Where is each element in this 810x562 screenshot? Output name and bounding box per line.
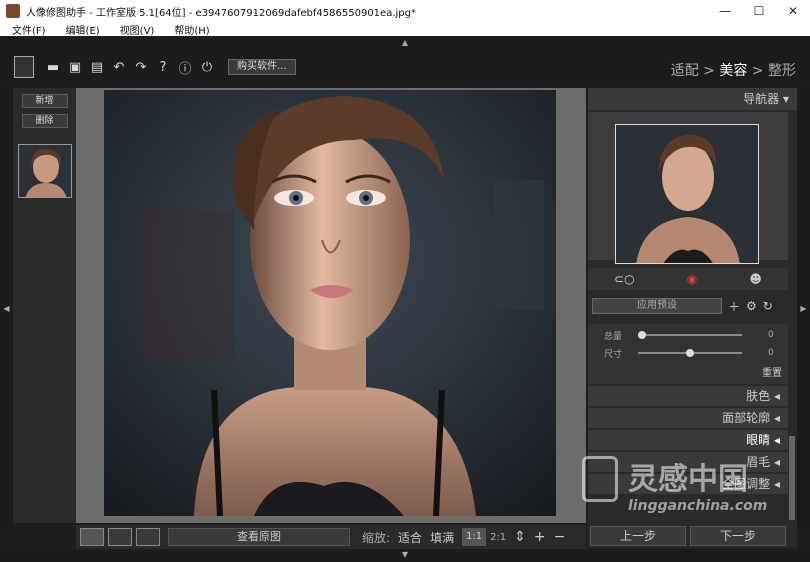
slider-label: 尺寸 bbox=[603, 349, 622, 360]
adjustment-panel: 导航器 ▾ ⊂○ ◉ ☻ 应用预设 ＋ ⚙ ↻ 总量 0 尺寸 0 重置 肤色 … bbox=[588, 88, 797, 548]
navigator-box bbox=[588, 112, 788, 264]
maximize-button[interactable]: ☐ bbox=[742, 0, 776, 22]
mask-icon[interactable]: ☻ bbox=[749, 272, 762, 286]
chevron-right-icon: ▶ bbox=[800, 303, 807, 313]
breadcrumb-separator: > bbox=[747, 63, 768, 79]
prev-step-button[interactable]: 上一步 bbox=[590, 526, 686, 546]
slider-track[interactable] bbox=[638, 349, 742, 357]
slider-size[interactable]: 尺寸 0 bbox=[588, 346, 788, 360]
gear-icon[interactable]: ⚙ bbox=[746, 299, 757, 313]
chevron-up-icon: ▲ bbox=[401, 37, 409, 47]
portrait-thumbnail-image bbox=[18, 145, 71, 197]
navigator-portrait-image bbox=[616, 125, 758, 263]
save-as-icon[interactable]: ▤ bbox=[86, 60, 108, 75]
step-reshape[interactable]: 整形 bbox=[768, 63, 796, 79]
title-bar: 人像修图助手 - 工作室版 5.1[64位] - e3947607912069d… bbox=[0, 0, 810, 22]
zoom-spinner-icon[interactable]: ⇕ bbox=[514, 529, 526, 545]
refresh-icon[interactable]: ↻ bbox=[763, 299, 773, 313]
menu-edit[interactable]: 编辑(E) bbox=[66, 22, 100, 37]
view-original-button[interactable]: 查看原图 bbox=[168, 528, 350, 546]
save-icon[interactable]: ▣ bbox=[64, 60, 86, 75]
section-eyes[interactable]: 眼睛 ◂ bbox=[588, 430, 788, 450]
step-beautify[interactable]: 美容 bbox=[719, 63, 747, 79]
view-toolbar: 查看原图 缩放: 适合 填满 1:1 2:1 ⇕ + − bbox=[76, 525, 586, 549]
add-preset-icon[interactable]: ＋ bbox=[728, 298, 740, 315]
zoom-fill-button[interactable]: 填满 bbox=[430, 529, 454, 546]
zoom-label: 缩放: bbox=[362, 530, 391, 545]
app-logo-icon bbox=[14, 56, 34, 78]
collapse-left-toggle[interactable]: ◀ bbox=[0, 88, 13, 528]
slider-amount[interactable]: 总量 0 bbox=[588, 328, 788, 342]
zoom-1to1-button[interactable]: 1:1 bbox=[462, 528, 487, 546]
eye-icon[interactable]: ◉ bbox=[687, 272, 697, 286]
chevron-down-icon: ▼ bbox=[401, 550, 409, 559]
split-vertical-button[interactable] bbox=[108, 528, 132, 546]
collapse-top-toggle[interactable]: ▲ bbox=[0, 36, 810, 48]
info-icon[interactable]: ⓘ bbox=[174, 58, 196, 77]
toolbar: ▬ ▣ ▤ ↶ ↷ ? ⓘ ⏻ 购买软件... 适配 > 美容 > 整形 bbox=[0, 48, 810, 86]
menu-bar: 文件(F) 编辑(E) 视图(V) 帮助(H) bbox=[0, 22, 810, 37]
menu-view[interactable]: 视图(V) bbox=[120, 22, 155, 37]
navigator-header[interactable]: 导航器 ▾ bbox=[588, 88, 797, 110]
navigator-thumbnail[interactable] bbox=[615, 124, 759, 264]
redo-icon[interactable]: ↷ bbox=[130, 60, 152, 75]
workflow-breadcrumb: 适配 > 美容 > 整形 bbox=[671, 60, 796, 80]
section-global-adjust[interactable]: 全图调整 ◂ bbox=[588, 474, 788, 494]
open-icon[interactable]: ▬ bbox=[42, 60, 64, 75]
zoom-out-icon[interactable]: − bbox=[554, 529, 566, 545]
panel-scrollbar[interactable] bbox=[789, 436, 795, 520]
app-icon bbox=[6, 4, 20, 18]
minimize-button[interactable]: — bbox=[708, 0, 742, 22]
chevron-left-icon: ◀ bbox=[3, 303, 10, 313]
section-face-contour[interactable]: 面部轮廓 ◂ bbox=[588, 408, 788, 428]
section-skin-tone[interactable]: 肤色 ◂ bbox=[588, 386, 788, 406]
portrait-image bbox=[104, 90, 556, 516]
section-eyebrows[interactable]: 眉毛 ◂ bbox=[588, 452, 788, 472]
preset-row: 应用预设 ＋ ⚙ ↻ bbox=[588, 296, 788, 316]
zoom-2to1-button[interactable]: 2:1 bbox=[490, 532, 506, 543]
slider-label: 总量 bbox=[603, 331, 622, 342]
close-button[interactable]: ✕ bbox=[776, 0, 810, 22]
zoom-in-icon[interactable]: + bbox=[534, 529, 546, 545]
slider-knob[interactable] bbox=[638, 331, 646, 339]
delete-button[interactable]: 删除 bbox=[21, 114, 68, 128]
buy-button[interactable]: 购买软件... bbox=[228, 59, 296, 75]
collapse-bottom-toggle[interactable]: ▼ bbox=[0, 550, 810, 562]
portrait-photo[interactable] bbox=[104, 90, 556, 516]
window-title: 人像修图助手 - 工作室版 5.1[64位] - e3947607912069d… bbox=[26, 7, 416, 19]
new-button[interactable]: 新增 bbox=[21, 94, 68, 108]
undo-icon[interactable]: ↶ bbox=[108, 60, 130, 75]
reset-button[interactable]: 重置 bbox=[588, 364, 782, 379]
single-view-button[interactable] bbox=[80, 528, 104, 546]
split-horizontal-button[interactable] bbox=[136, 528, 160, 546]
mode-toolbar: ⊂○ ◉ ☻ bbox=[588, 268, 788, 290]
reshape-icon[interactable]: ⊂○ bbox=[614, 272, 635, 286]
preset-dropdown[interactable]: 应用预设 bbox=[592, 298, 722, 314]
collapse-right-toggle[interactable]: ▶ bbox=[797, 88, 810, 528]
help-icon[interactable]: ? bbox=[152, 60, 174, 75]
plugin-icon[interactable]: ⏻ bbox=[196, 60, 218, 75]
menu-file[interactable]: 文件(F) bbox=[12, 22, 46, 37]
slider-value: 0 bbox=[768, 348, 774, 358]
slider-track[interactable] bbox=[638, 331, 742, 339]
slider-knob[interactable] bbox=[686, 349, 694, 357]
slider-value: 0 bbox=[768, 330, 774, 340]
zoom-fit-button[interactable]: 适合 bbox=[398, 529, 422, 546]
menu-help[interactable]: 帮助(H) bbox=[174, 22, 209, 37]
next-step-button[interactable]: 下一步 bbox=[690, 526, 786, 546]
image-list-panel: 新增 删除 bbox=[13, 88, 76, 523]
step-fit[interactable]: 适配 bbox=[671, 63, 699, 79]
image-canvas[interactable] bbox=[76, 88, 586, 523]
image-thumbnail[interactable] bbox=[17, 144, 72, 198]
breadcrumb-separator: > bbox=[698, 63, 720, 79]
